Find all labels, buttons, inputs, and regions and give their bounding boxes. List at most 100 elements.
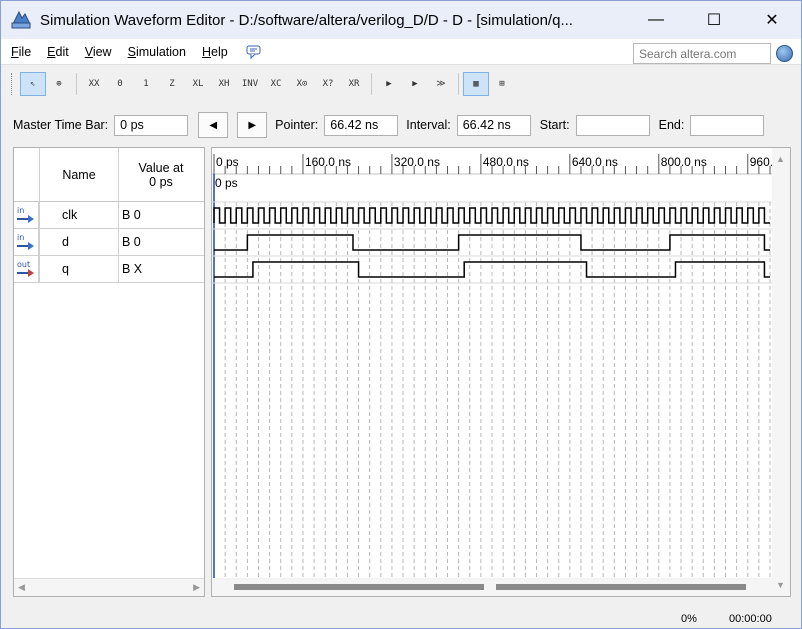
- ruler-label: 320.0 ns: [394, 155, 440, 169]
- waveform-panel: 0 ps 160.0 ns 320.0 ns 480.0 ns 640.0 ns 800.…: [211, 147, 791, 597]
- clock-value-icon: X⊙: [296, 79, 308, 89]
- horizontal-scrollbar-left[interactable]: ◀ ▶: [14, 578, 204, 596]
- weak-low-icon: XL: [192, 79, 204, 89]
- previous-transition-button[interactable]: ◀: [198, 112, 229, 138]
- signal-row-clk[interactable]: in clk B 0: [14, 202, 204, 229]
- arbitrary-value-icon: X?: [322, 79, 334, 89]
- ruler-label: 480.0 ns: [483, 155, 529, 169]
- status-progress: 0%: [681, 613, 697, 625]
- scroll-up-icon[interactable]: ▲: [776, 154, 785, 164]
- snap-to-grid-button[interactable]: ▦: [463, 72, 489, 96]
- status-time: 00:00:00: [729, 613, 772, 625]
- ruler-label: 640.0 ns: [572, 155, 618, 169]
- menu-item-mnemonic: E: [47, 44, 56, 59]
- generate-netlist-icon: ≫: [436, 79, 446, 89]
- invert-button[interactable]: INV: [237, 72, 263, 96]
- run-functional-simulation-button[interactable]: ▶: [376, 72, 402, 96]
- window-title: Simulation Waveform Editor - D:/software…: [40, 11, 573, 29]
- clk-waveform[interactable]: [213, 207, 770, 224]
- ruler-label: 160.0 ns: [305, 155, 351, 169]
- menu-item-view[interactable]: View: [77, 45, 120, 59]
- signal-value: B 0: [122, 235, 141, 249]
- menu-item-label: elp: [211, 44, 228, 59]
- toolbar-grip[interactable]: [11, 73, 14, 95]
- random-value-button[interactable]: XR: [341, 72, 367, 96]
- menu-item-mnemonic: V: [84, 44, 93, 59]
- name-column-header[interactable]: Name: [40, 148, 118, 202]
- count-value-icon: XC: [270, 79, 282, 89]
- high-impedance-button[interactable]: Z: [159, 72, 185, 96]
- waveform-canvas[interactable]: 0 ps 160.0 ns 320.0 ns 480.0 ns 640.0 ns 800.…: [212, 148, 790, 596]
- menu-item-mnemonic: S: [127, 44, 136, 59]
- value-column-header[interactable]: Value at 0 ps: [118, 148, 204, 202]
- pointer-label: Pointer:: [275, 118, 319, 132]
- title-bar: Simulation Waveform Editor - D:/software…: [1, 1, 801, 39]
- app-icon: [10, 9, 32, 31]
- master-time-bar-label: Master Time Bar:: [13, 118, 109, 132]
- chat-icon[interactable]: [246, 45, 262, 59]
- weak-high-icon: XH: [218, 79, 230, 89]
- signal-row-d[interactable]: in d B 0: [14, 229, 204, 256]
- count-value-button[interactable]: XC: [263, 72, 289, 96]
- menu-item-label: iew: [92, 44, 112, 59]
- run-timing-simulation-icon: ▶: [412, 79, 418, 89]
- menu-item-mnemonic: F: [11, 44, 19, 59]
- vertical-scrollbar[interactable]: [772, 148, 790, 596]
- scroll-thumb[interactable]: [234, 584, 484, 590]
- close-button[interactable]: ✕: [743, 1, 801, 39]
- scroll-down-icon[interactable]: ▼: [776, 580, 785, 590]
- search-input[interactable]: Search altera.com: [633, 43, 771, 64]
- value-header-line2: 0 ps: [149, 175, 173, 189]
- toolbar-separator: [458, 73, 459, 95]
- maximize-button[interactable]: ☐: [685, 1, 743, 39]
- menu-item-file[interactable]: File: [3, 45, 39, 59]
- menu-item-edit[interactable]: Edit: [39, 45, 77, 59]
- toolbar-separator: [76, 73, 77, 95]
- in-pin-icon: in: [14, 202, 39, 228]
- toolbar: ⇖ ⊕ XX 0 1 Z XL XH INV XC X⊙ X? XR ▶ ▶ ≫ ▦ ⊞: [1, 65, 801, 103]
- menu-item-simulation[interactable]: Simulation: [120, 45, 194, 59]
- signal-name: q: [62, 262, 69, 276]
- master-time-bar-field[interactable]: 0 ps: [114, 114, 189, 136]
- waveform-editor-window: Simulation Waveform Editor - D:/software…: [0, 0, 802, 629]
- forcing-high-button[interactable]: 1: [133, 72, 159, 96]
- interval-field: 66.42 ns: [456, 114, 531, 136]
- minimize-button[interactable]: —: [627, 1, 685, 39]
- toolbar-separator: [371, 73, 372, 95]
- grid-settings-icon: ⊞: [499, 79, 505, 89]
- signal-row-q[interactable]: out q B X: [14, 256, 204, 283]
- weak-high-button[interactable]: XH: [211, 72, 237, 96]
- scroll-thumb[interactable]: [496, 584, 746, 590]
- value-header-line1: Value at: [138, 161, 184, 175]
- pin-direction-text: in: [17, 206, 24, 215]
- selection-tool-button[interactable]: ⇖: [20, 72, 46, 96]
- menu-item-label: dit: [55, 44, 69, 59]
- start-field[interactable]: [575, 114, 650, 136]
- signal-value: B X: [122, 262, 143, 276]
- zoom-tool-button[interactable]: ⊕: [46, 72, 72, 96]
- arbitrary-value-button[interactable]: X?: [315, 72, 341, 96]
- forcing-unknown-icon: XX: [88, 79, 100, 89]
- forcing-unknown-button[interactable]: XX: [81, 72, 107, 96]
- ruler-label: 800.0 ns: [661, 155, 707, 169]
- generate-netlist-button[interactable]: ≫: [428, 72, 454, 96]
- forcing-low-button[interactable]: 0: [107, 72, 133, 96]
- menu-item-help[interactable]: Help: [194, 45, 236, 59]
- snap-to-grid-icon: ▦: [473, 79, 479, 89]
- status-bar: 0% 00:00:00: [1, 605, 801, 629]
- end-field[interactable]: [690, 114, 765, 136]
- scroll-right-icon[interactable]: ▶: [193, 582, 200, 593]
- signal-list-header: Name Value at 0 ps: [14, 148, 204, 202]
- clock-value-button[interactable]: X⊙: [289, 72, 315, 96]
- next-transition-button[interactable]: ▶: [237, 112, 268, 138]
- grid-settings-button[interactable]: ⊞: [489, 72, 515, 96]
- cursor-time-label: 0 ps: [215, 176, 238, 190]
- random-value-icon: XR: [348, 79, 360, 89]
- run-timing-simulation-button[interactable]: ▶: [402, 72, 428, 96]
- menu-item-mnemonic: H: [201, 44, 211, 59]
- globe-icon[interactable]: [776, 45, 793, 62]
- weak-low-button[interactable]: XL: [185, 72, 211, 96]
- interval-label: Interval:: [406, 118, 451, 132]
- scroll-left-icon[interactable]: ◀: [18, 582, 25, 593]
- invert-icon: INV: [241, 79, 259, 89]
